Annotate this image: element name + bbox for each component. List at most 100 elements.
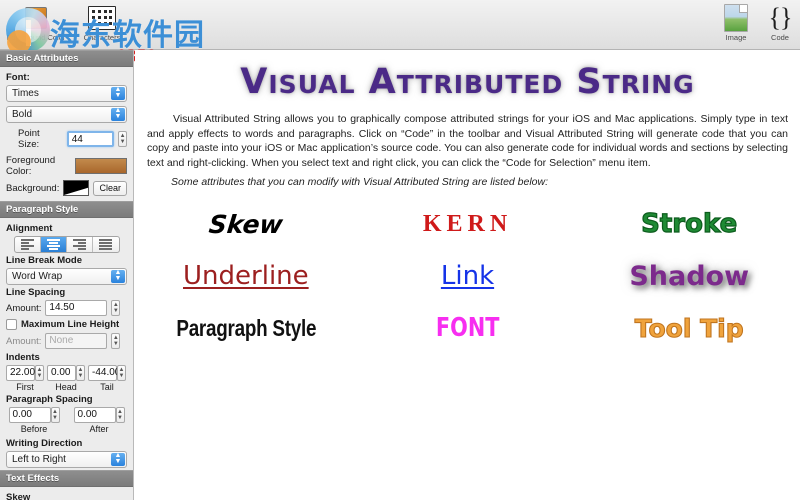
skew-label: Skew [6,492,31,500]
font-style-value: Bold [12,109,33,120]
sample-word-kern: KERN [422,210,513,237]
indent-head-caption: Head [55,382,77,392]
foreground-color-label: Foreground Color: [6,155,56,177]
sample-cell-underline[interactable]: Underline [135,261,357,291]
clear-background-button[interactable]: Clear [93,180,127,196]
point-size-label: Point Size: [18,128,40,150]
section-header-text-effects: Text Effects [0,470,133,487]
sample-cell-paragraph-style[interactable]: Paragraph Style [135,315,357,342]
sample-row: Skew KERN Stroke [135,198,800,250]
maximum-line-height-checkbox[interactable] [6,319,17,330]
writing-direction-select[interactable]: Left to Right ▲ ▼ [6,451,127,468]
line-break-mode-label: Line Break Mode [6,255,83,266]
chevron-updown-icon: ▲ ▼ [111,452,125,466]
paragraph-spacing-after-input[interactable]: 0.00 [73,407,116,423]
alignment-label: Alignment [6,223,53,234]
toolbar-foreground-color-button[interactable]: Foreground Color [4,4,68,42]
font-style-select[interactable]: Bold ▲ ▼ [6,106,127,123]
paragraph-spacing-after: 0.00 ▲ ▼ After [71,407,127,434]
point-size-input[interactable]: 44 [66,131,115,147]
indent-head-input[interactable]: 0.00 [47,365,76,381]
characters-grid-icon [70,4,134,32]
background-color-swatch[interactable] [63,180,90,196]
code-braces-icon: {} [768,3,793,32]
chevron-updown-icon: ▲ ▼ [111,107,125,121]
max-line-height-stepper[interactable]: ▲ ▼ [111,333,121,349]
sample-word-skew: Skew [207,209,285,239]
indent-first-stepper[interactable]: ▲ ▼ [35,365,44,381]
max-line-height-input[interactable]: None [45,333,108,349]
document-paragraph: Visual Attributed String allows you to g… [147,112,788,170]
indent-first-input[interactable]: 22.00 [6,365,35,381]
sample-row: Paragraph Style FONT Tool Tip [135,302,800,354]
sample-cell-skew[interactable]: Skew [135,210,357,239]
line-break-mode-select[interactable]: Word Wrap ▲ ▼ [6,268,127,285]
sample-cell-shadow[interactable]: Shadow [578,261,800,292]
document-note: Some attributes that you can modify with… [171,176,549,188]
indent-tail-caption: Tail [100,382,114,392]
sample-word-stroke: Stroke [641,208,738,239]
toolbar-code-button[interactable]: {} Code [748,3,800,43]
inspector-sidebar: Basic Attributes Font: Times ▲ ▼ Bold ▲ ▼ … [0,50,134,500]
toolbar-characters-label: Characters [83,33,121,42]
sample-words-grid: Skew KERN Stroke Underline Link Shadow P… [135,198,800,354]
align-right-button[interactable] [67,237,94,252]
sample-cell-font[interactable]: FONT [357,313,579,343]
line-spacing-input[interactable]: 14.50 [45,300,108,316]
paragraph-spacing-before-caption: Before [20,424,48,434]
font-family-select[interactable]: Times ▲ ▼ [6,85,127,102]
indent-tail: -44.00 ▲ ▼ Tail [88,365,126,392]
text-effects-group: Skew Amount: 0 ▲▼ Kerning ▲▼ [0,487,133,500]
indent-head-stepper[interactable]: ▲ ▼ [76,365,85,381]
sample-word-tool-tip: Tool Tip [634,313,744,343]
writing-direction-label: Writing Direction [6,438,83,449]
paragraph-spacing-row: 0.00 ▲ ▼ Before 0.00 ▲ ▼ After [6,407,127,434]
main-toolbar: Foreground Color Characters Image {} Cod… [0,0,800,50]
indent-tail-input[interactable]: -44.00 [88,365,120,381]
indent-tail-stepper[interactable]: ▲ ▼ [117,365,126,381]
chevron-updown-icon: ▲ ▼ [111,86,125,100]
align-justify-button[interactable] [93,237,118,252]
sample-word-paragraph-style: Paragraph Style [175,314,316,341]
max-line-height-amount-label: Amount: [6,335,42,347]
font-family-value: Times [12,88,39,99]
paragraph-spacing-after-stepper[interactable]: ▲ ▼ [115,407,125,423]
sample-word-font: FONT [435,313,500,343]
toolbar-foreground-color-label: Foreground Color [6,33,66,42]
writing-direction-value: Left to Right [12,454,66,465]
indent-first-caption: First [16,382,34,392]
align-center-button[interactable] [40,237,67,252]
document-canvas[interactable]: Visual Attributed String Visual Attribut… [135,50,800,500]
sample-word-link[interactable]: Link [441,261,494,291]
paragraph-style-group: Alignment Line Break Mode Word Wrap ▲ ▼ L… [0,218,133,470]
paragraph-text: Visual Attributed String allows you to g… [147,113,788,169]
sample-word-underline: Underline [183,261,309,291]
line-spacing-stepper[interactable]: ▲ ▼ [111,300,121,316]
indents-row: 22.00 ▲ ▼ First 0.00 ▲ ▼ Head -44.00 ▲ ▼ Tail [6,365,127,392]
background-color-label: Background: [6,182,60,194]
point-size-stepper[interactable]: ▲ ▼ [118,131,127,147]
paragraph-spacing-label: Paragraph Spacing [6,394,93,405]
align-left-button[interactable] [15,237,41,252]
paragraph-spacing-after-caption: After [89,424,109,434]
sample-cell-tool-tip[interactable]: Tool Tip [578,313,800,343]
toolbar-code-label: Code [771,33,789,42]
foreground-color-swatch[interactable] [74,158,127,174]
paragraph-spacing-before-stepper[interactable]: ▲ ▼ [50,407,60,423]
sample-cell-link[interactable]: Link [357,261,579,291]
sample-cell-kern[interactable]: KERN [357,211,579,238]
sample-row: Underline Link Shadow [135,250,800,302]
document-title: Visual Attributed String [240,62,695,102]
paragraph-spacing-before-input[interactable]: 0.00 [8,407,51,423]
alignment-segmented-control[interactable] [13,236,120,253]
color-swatch-icon [4,4,68,32]
font-label: Font: [6,72,30,83]
sample-cell-stroke[interactable]: Stroke [578,208,800,239]
line-spacing-label: Line Spacing [6,287,66,298]
toolbar-characters-button[interactable]: Characters [70,4,134,42]
indent-head: 0.00 ▲ ▼ Head [47,365,85,392]
indent-first: 22.00 ▲ ▼ First [6,365,44,392]
application-window: Foreground Color Characters Image {} Cod… [0,0,800,500]
sample-word-shadow: Shadow [629,260,750,292]
line-spacing-amount-label: Amount: [6,302,42,314]
